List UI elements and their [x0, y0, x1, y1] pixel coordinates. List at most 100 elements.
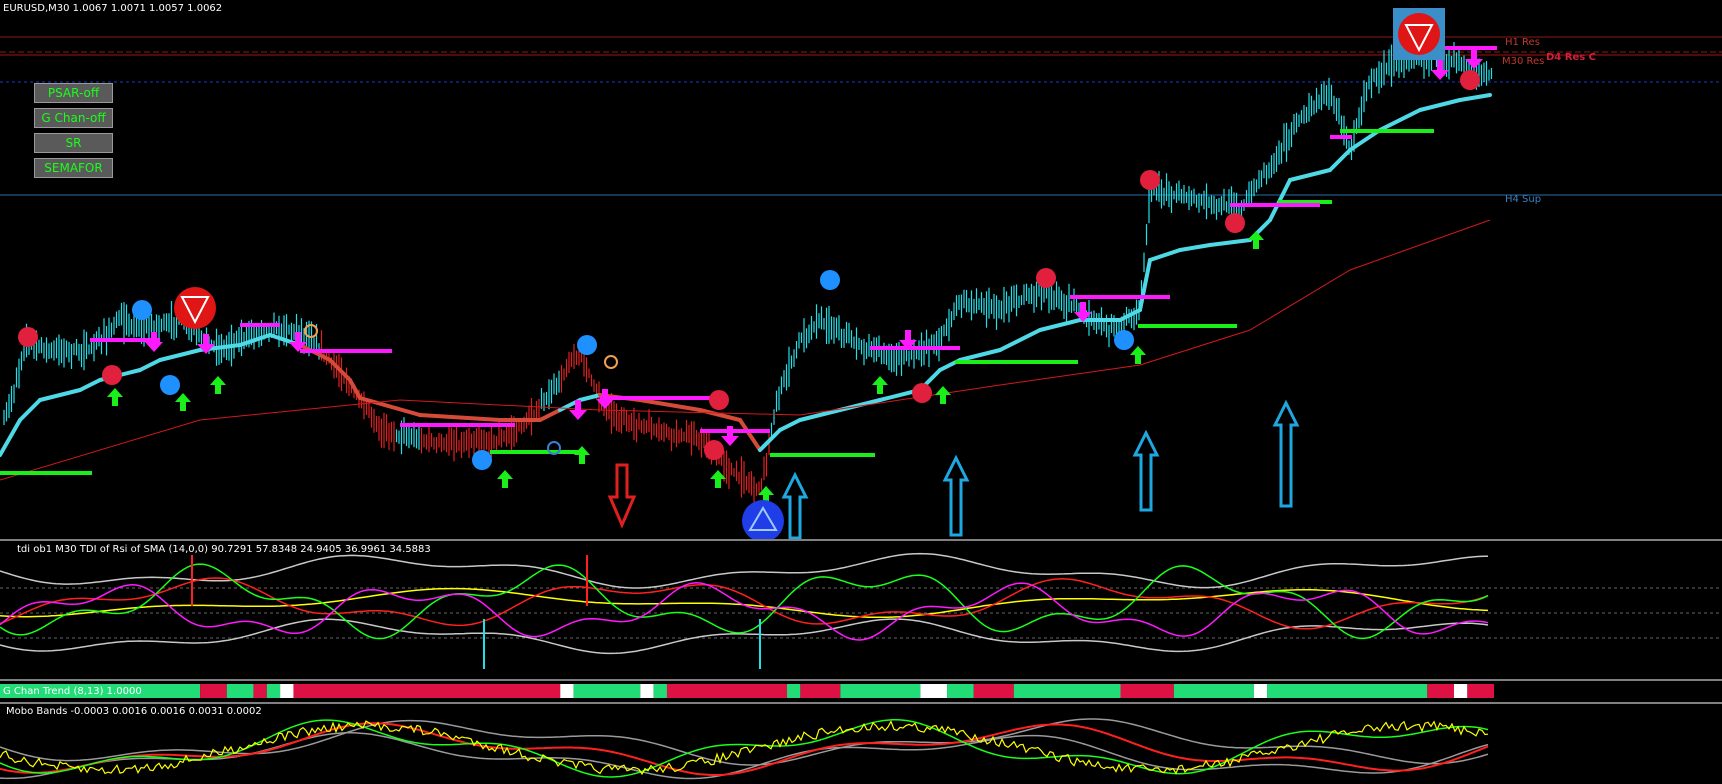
m30-res-label: M30 Res	[1502, 56, 1545, 67]
trail-line	[0, 418, 22, 457]
gchan-toggle-button[interactable]: G Chan-off	[34, 108, 113, 128]
semafor-dot	[704, 440, 724, 460]
mobo-title: Mobo Bands -0.0003 0.0016 0.0016 0.0031 …	[6, 706, 262, 717]
gchan-segment	[666, 684, 788, 698]
semafor-dot	[1140, 170, 1160, 190]
tdi-chart-canvas[interactable]	[0, 541, 1722, 679]
gchan-segment	[1427, 684, 1454, 698]
semafor-dot	[709, 390, 729, 410]
gchan-segment	[573, 684, 641, 698]
trail-line	[38, 388, 82, 402]
buy-arrow-icon	[1248, 231, 1264, 249]
trail-line	[698, 408, 742, 422]
big-up-arrow-icon	[1132, 429, 1160, 512]
tdi-signal-line	[0, 577, 1489, 630]
gchan-segment	[800, 684, 841, 698]
gchan-histogram	[0, 684, 1494, 698]
main-chart-pane[interactable]: EURUSD,M30 1.0067 1.0071 1.0057 1.0062 P…	[0, 0, 1722, 540]
gchan-segment	[640, 684, 654, 698]
semafor-dot	[1036, 268, 1056, 288]
trail-line	[1208, 238, 1252, 247]
buy-arrow-icon	[1130, 346, 1146, 364]
sr-toggle-button[interactable]: SR	[34, 133, 113, 153]
gchan-segment	[1253, 684, 1268, 698]
trail-line	[1148, 248, 1182, 262]
trail-line	[1288, 168, 1332, 182]
semafor-dot	[472, 450, 492, 470]
semafor-dot	[820, 270, 840, 290]
big-down-arrow-icon	[607, 463, 637, 529]
gchan-segment	[920, 684, 948, 698]
gchan-segment	[1467, 684, 1494, 698]
gchan-title: G Chan Trend (8,13) 1.0000	[3, 686, 142, 697]
trail-line	[998, 328, 1042, 352]
gchan-segment	[1453, 684, 1468, 698]
semafor-dot	[1225, 213, 1245, 233]
semafor-toggle-button[interactable]: SEMAFOR	[34, 158, 113, 178]
trail-line	[18, 398, 42, 422]
trail-line	[738, 418, 762, 452]
trail-line	[418, 413, 502, 422]
signal-badge-icon	[742, 500, 784, 540]
h4-sup-label: H4 Sup	[1505, 194, 1542, 205]
semafor-dot	[18, 327, 38, 347]
trail-line	[78, 378, 102, 392]
mobo-signal-line	[0, 722, 1489, 776]
trail-line	[1328, 148, 1352, 172]
d4-res-label: D4 Res C	[1546, 52, 1596, 63]
trail-line	[138, 358, 162, 372]
mobo-macd-line	[0, 719, 1489, 778]
gchan-segment	[280, 684, 294, 698]
trail-line	[1418, 98, 1462, 112]
buy-arrow-icon	[574, 446, 590, 464]
trail-line	[1038, 318, 1082, 332]
big-up-arrow-icon	[1272, 399, 1300, 508]
psar-toggle-button[interactable]: PSAR-off	[34, 83, 113, 103]
trail-line	[158, 348, 202, 362]
sell-arrow-icon	[145, 332, 163, 352]
gchan-segment	[840, 684, 921, 698]
gchan-segment	[1013, 684, 1121, 698]
semafor-dot	[912, 383, 932, 403]
h1-res-label: H1 Res	[1505, 37, 1540, 48]
trail-line	[1378, 108, 1422, 132]
gchan-segment	[1120, 684, 1174, 698]
gchan-segment	[253, 684, 267, 698]
chart-title: EURUSD,M30 1.0067 1.0071 1.0057 1.0062	[3, 3, 223, 14]
tdi-title: tdi ob1 M30 TDI of Rsi of SMA (14,0,0) 9…	[17, 544, 431, 555]
gchan-segment	[1267, 684, 1428, 698]
semafor-dot	[102, 365, 122, 385]
gchan-segment	[200, 684, 227, 698]
trail-line	[958, 348, 1002, 362]
gchan-segment	[947, 684, 974, 698]
price-chart-canvas[interactable]	[0, 0, 1722, 540]
big-up-arrow-icon	[781, 471, 809, 540]
trail-line	[778, 418, 802, 432]
gchan-segment	[293, 684, 561, 698]
tdi-indicator-pane[interactable]: tdi ob1 M30 TDI of Rsi of SMA (14,0,0) 9…	[0, 541, 1722, 679]
trail-line	[1178, 243, 1212, 252]
buy-arrow-icon	[872, 376, 888, 394]
trail-line	[1458, 93, 1492, 102]
gchan-segment	[266, 684, 281, 698]
semafor-dot	[1114, 330, 1134, 350]
gchan-segment	[226, 684, 254, 698]
semafor-dot	[132, 300, 152, 320]
gchan-segment	[973, 684, 1014, 698]
buy-arrow-icon	[107, 388, 123, 406]
gchan-segment	[787, 684, 801, 698]
mobo-indicator-pane[interactable]: Mobo Bands -0.0003 0.0016 0.0016 0.0031 …	[0, 704, 1722, 784]
buy-arrow-icon	[175, 393, 191, 411]
gchan-segment	[560, 684, 574, 698]
trail-line	[638, 398, 702, 412]
semafor-dot	[160, 375, 180, 395]
gchan-indicator-pane[interactable]: G Chan Trend (8,13) 1.0000	[0, 681, 1722, 702]
buy-arrow-icon	[935, 386, 951, 404]
semafor-dot	[1460, 70, 1480, 90]
buy-arrow-icon	[497, 470, 513, 488]
trail-line	[538, 408, 562, 422]
buy-arrow-icon	[210, 376, 226, 394]
tdi-upper-band	[0, 552, 1488, 589]
semafor-dot	[577, 335, 597, 355]
gchan-segment	[653, 684, 667, 698]
